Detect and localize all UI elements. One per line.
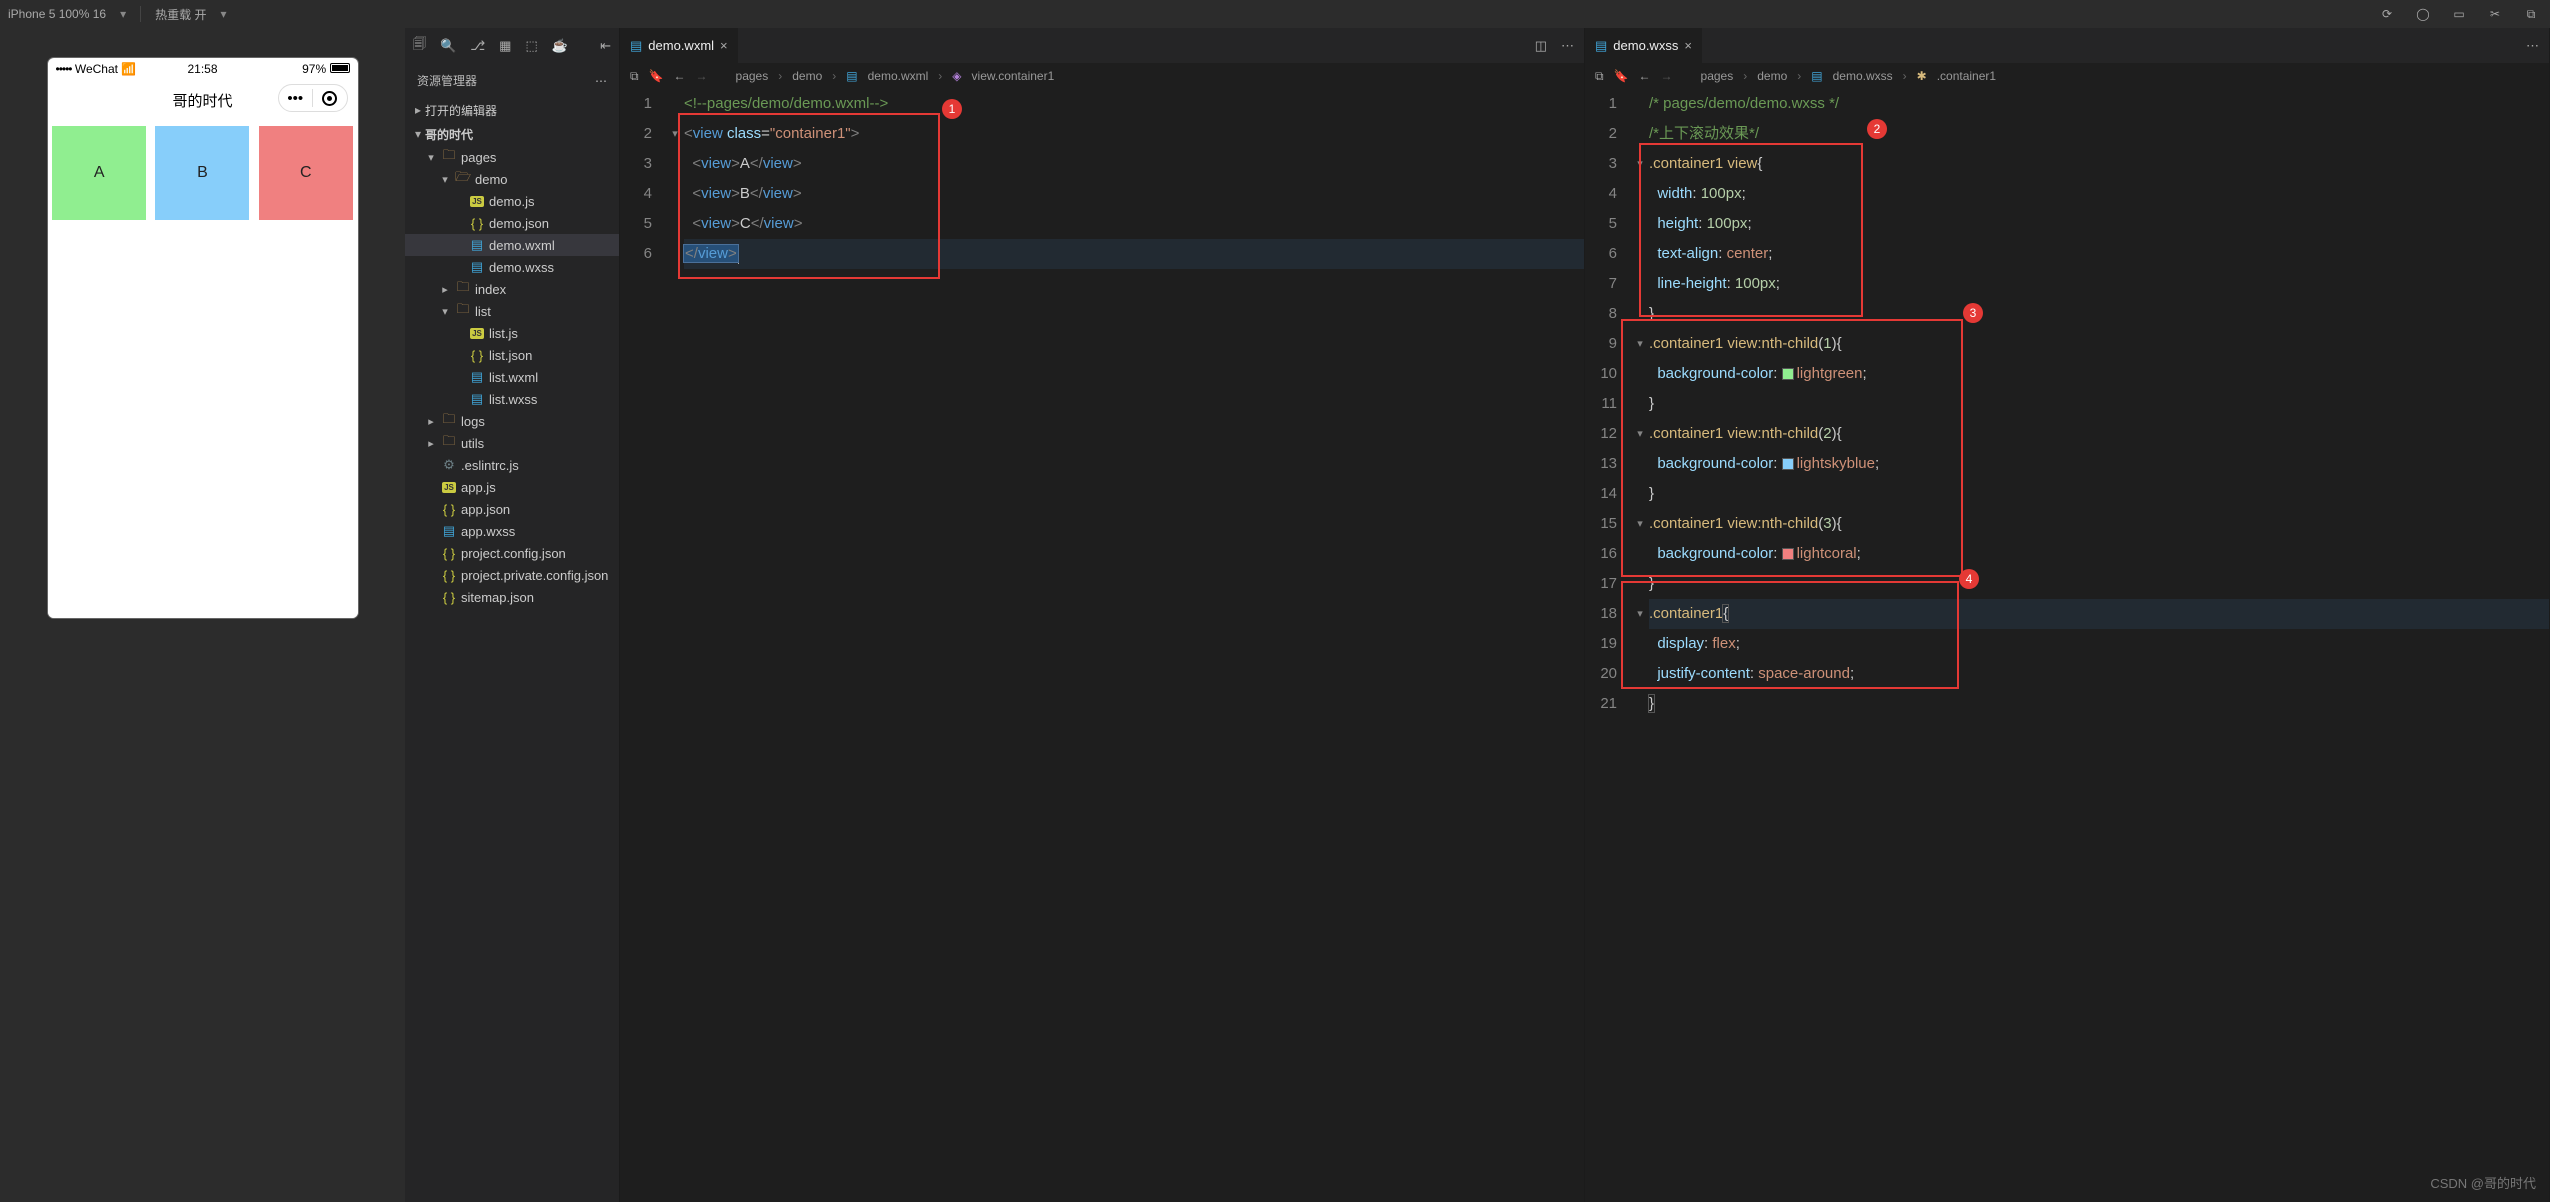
device-selector[interactable]: iPhone 5 100% 16: [8, 7, 106, 21]
box-c: C: [259, 126, 353, 220]
breadcrumb[interactable]: ⧉ 🔖 ← → pages› demo› ▤ demo.wxml› ◈ view…: [620, 63, 1584, 89]
split-icon[interactable]: ◫: [1535, 38, 1547, 54]
tree-item[interactable]: JSdemo.js: [405, 190, 619, 212]
tree-item[interactable]: ▸🗀utils: [405, 432, 619, 454]
code-area[interactable]: 123456789101112131415161718192021▾▾▾▾▾/*…: [1585, 89, 2549, 1202]
nav-bar: 哥的时代 •••: [48, 80, 358, 120]
cut-icon[interactable]: ✂: [2484, 3, 2506, 25]
phone-icon[interactable]: ▭: [2448, 3, 2470, 25]
tree-item[interactable]: { }project.config.json: [405, 542, 619, 564]
grid-icon[interactable]: ▦: [499, 38, 511, 54]
toolbar: iPhone 5 100% 16▾ 热重载 开▾ ⟳ ◯ ▭ ✂ ⧉: [0, 0, 2550, 28]
compare-icon[interactable]: ⧉: [1595, 69, 1604, 84]
refresh-icon[interactable]: ⟳: [2376, 3, 2398, 25]
tree-item[interactable]: ▤demo.wxml: [405, 234, 619, 256]
capsule-button[interactable]: •••: [278, 84, 348, 112]
tree-item[interactable]: JSapp.js: [405, 476, 619, 498]
more-icon[interactable]: ⋯: [1561, 38, 1574, 54]
explorer-panel: 🗐 🔍 ⎇ ▦ ⬚ ☕ ⇤ 资源管理器 ⋯ ▸打开的编辑器 ▾哥的时代 ▾🗀pa…: [405, 28, 620, 1202]
explorer-title: 资源管理器: [417, 72, 477, 89]
forward-icon[interactable]: →: [1661, 69, 1673, 83]
tree-item[interactable]: ▤list.wxss: [405, 388, 619, 410]
tree-item[interactable]: { }sitemap.json: [405, 586, 619, 608]
box-icon[interactable]: ⬚: [525, 38, 537, 54]
open-editors-section[interactable]: ▸打开的编辑器: [405, 98, 619, 122]
more-icon[interactable]: ⋯: [2526, 38, 2539, 54]
files-icon[interactable]: 🗐: [413, 35, 426, 57]
breadcrumb[interactable]: ⧉ 🔖 ← → pages› demo› ▤ demo.wxss› ✱ .con…: [1585, 63, 2549, 89]
search-icon[interactable]: 🔍: [440, 38, 456, 54]
close-icon[interactable]: ×: [720, 38, 728, 53]
close-icon[interactable]: ×: [1684, 38, 1692, 53]
tree-item[interactable]: { }list.json: [405, 344, 619, 366]
box-a: A: [52, 126, 146, 220]
bookmark-icon[interactable]: 🔖: [1614, 69, 1629, 83]
tree-item[interactable]: { }demo.json: [405, 212, 619, 234]
simulator-panel: ••••• WeChat 📶 21:58 97% 哥的时代 ••• A B C: [0, 28, 405, 1202]
wxml-icon: ▤: [630, 38, 642, 54]
tree-item[interactable]: { }project.private.config.json: [405, 564, 619, 586]
tab-demo-wxml[interactable]: ▤ demo.wxml ×: [620, 28, 739, 63]
bookmark-icon[interactable]: 🔖: [649, 69, 664, 83]
phone-frame: ••••• WeChat 📶 21:58 97% 哥的时代 ••• A B C: [48, 58, 358, 618]
back-icon[interactable]: ←: [1639, 69, 1651, 83]
tree-item[interactable]: ▾🗀pages: [405, 146, 619, 168]
container1: A B C: [48, 126, 358, 220]
wxss-icon: ▤: [1595, 38, 1607, 54]
code-area[interactable]: 123456▾<!--pages/demo/demo.wxml--><view …: [620, 89, 1584, 1202]
menu-icon[interactable]: •••: [279, 90, 313, 107]
tree-item[interactable]: { }app.json: [405, 498, 619, 520]
circle-icon[interactable]: ◯: [2412, 3, 2434, 25]
branch-icon[interactable]: ⎇: [470, 38, 485, 54]
forward-icon[interactable]: →: [696, 69, 708, 83]
tree-item[interactable]: ▸🗀logs: [405, 410, 619, 432]
compare-icon[interactable]: ⧉: [630, 69, 639, 84]
hot-reload-toggle[interactable]: 热重载 开: [155, 6, 206, 23]
tree-item[interactable]: ▸🗀index: [405, 278, 619, 300]
tree-item[interactable]: ▤list.wxml: [405, 366, 619, 388]
close-program-icon[interactable]: [313, 91, 347, 106]
watermark: CSDN @哥的时代: [2430, 1173, 2536, 1192]
tree-item[interactable]: ▤app.wxss: [405, 520, 619, 542]
page-title: 哥的时代: [172, 90, 232, 111]
box-b: B: [155, 126, 249, 220]
project-section[interactable]: ▾哥的时代: [405, 122, 619, 146]
tree-item[interactable]: ▤demo.wxss: [405, 256, 619, 278]
tab-demo-wxss[interactable]: ▤ demo.wxss ×: [1585, 28, 1703, 63]
tree-item[interactable]: ⚙.eslintrc.js: [405, 454, 619, 476]
editor-wxss: ▤ demo.wxss × ⋯ ⧉ 🔖 ← → pages› demo› ▤ d…: [1585, 28, 2550, 1202]
more-icon[interactable]: ⋯: [595, 74, 607, 88]
status-bar: ••••• WeChat 📶 21:58 97%: [48, 58, 358, 80]
tree-item[interactable]: ▾🗀list: [405, 300, 619, 322]
back-icon[interactable]: ←: [674, 69, 686, 83]
tree-item[interactable]: JSlist.js: [405, 322, 619, 344]
detach-icon[interactable]: ⧉: [2520, 3, 2542, 25]
coffee-icon[interactable]: ☕: [552, 38, 568, 54]
collapse-icon[interactable]: ⇤: [600, 38, 611, 54]
tree-item[interactable]: ▾🗁demo: [405, 168, 619, 190]
editor-wxml: ▤ demo.wxml × ◫ ⋯ ⧉ 🔖 ← → pages› demo› ▤…: [620, 28, 1585, 1202]
